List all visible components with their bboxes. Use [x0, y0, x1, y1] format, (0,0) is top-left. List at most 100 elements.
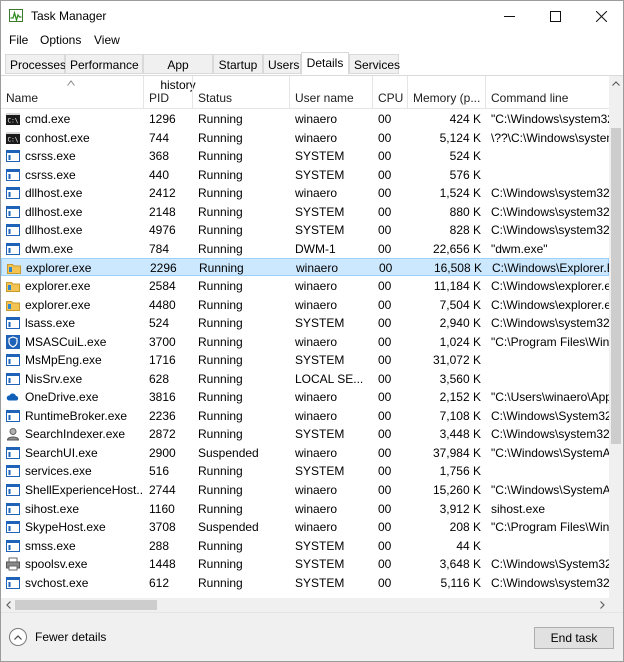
- table-row[interactable]: csrss.exe 368 Running SYSTEM 00 524 K: [1, 147, 609, 165]
- table-row[interactable]: C:\ cmd.exe 1296 Running winaero 00 424 K "C:\W…: [1, 110, 609, 128]
- scroll-left-arrow[interactable]: [1, 598, 15, 612]
- menu-options[interactable]: Options: [40, 33, 81, 47]
- close-button[interactable]: [578, 1, 623, 31]
- cell-cmd: sihost.exe: [491, 501, 546, 516]
- table-row[interactable]: csrss.exe 440 Running SYSTEM 00 576 K: [1, 166, 609, 184]
- table-row[interactable]: explorer.exe 2584 Running winaero 00 11,184 K…: [1, 277, 609, 295]
- vertical-scrollbar[interactable]: [609, 76, 623, 598]
- horizontal-scroll-thumb[interactable]: [15, 600, 157, 610]
- maximize-button[interactable]: [532, 1, 578, 31]
- column-user-name[interactable]: User name: [290, 76, 373, 108]
- cell-cpu: 00: [378, 149, 392, 164]
- cell-cmd: C:\Windows\system32: [491, 575, 609, 590]
- column-status[interactable]: Status: [193, 76, 290, 108]
- table-row[interactable]: SkypeHost.exe 3708 Suspended winaero 00 208 K…: [1, 518, 609, 536]
- cell-pid: 440: [149, 167, 170, 182]
- cell-name: spoolsv.exe: [25, 557, 88, 572]
- cell-cmd: C:\Windows\system32: [491, 223, 609, 238]
- table-row[interactable]: dllhost.exe 2148 Running SYSTEM 00 880 K C:\Wi…: [1, 203, 609, 221]
- table-row[interactable]: MsMpEng.exe 1716 Running SYSTEM 00 31,072 K: [1, 351, 609, 369]
- menu-file[interactable]: File: [9, 33, 28, 47]
- cell-memory: 3,648 K: [439, 557, 481, 572]
- fewer-details-button[interactable]: Fewer details: [9, 628, 106, 646]
- cell-memory: 11,184 K: [433, 278, 481, 293]
- cell-user: winaero: [295, 520, 338, 535]
- cell-cmd: "C:\Windows\system32: [491, 112, 609, 126]
- vertical-scroll-thumb[interactable]: [611, 128, 621, 444]
- table-row[interactable]: sihost.exe 1160 Running winaero 00 3,912 K sih…: [1, 500, 609, 518]
- column-name[interactable]: Name: [1, 76, 144, 108]
- cell-user: winaero: [295, 390, 338, 405]
- table-row[interactable]: spoolsv.exe 1448 Running SYSTEM 00 3,648 K C:\…: [1, 555, 609, 573]
- cell-name: conhost.exe: [25, 130, 90, 145]
- cell-pid: 2584: [149, 278, 176, 293]
- menu-view[interactable]: View: [94, 33, 120, 47]
- cell-user: SYSTEM: [295, 167, 345, 182]
- column-command-line[interactable]: Command line: [486, 76, 609, 108]
- table-row[interactable]: explorer.exe 2296 Running winaero 00 16,508 K…: [1, 258, 610, 277]
- minimize-button[interactable]: [486, 1, 532, 31]
- tab-users[interactable]: Users: [263, 54, 301, 74]
- end-task-button[interactable]: End task: [534, 627, 614, 649]
- cell-cmd: C:\Windows\explorer.e: [491, 278, 609, 293]
- tab-app-history[interactable]: App history: [143, 54, 213, 92]
- table-row[interactable]: C:\ conhost.exe 744 Running winaero 00 5,124 K…: [1, 129, 609, 147]
- column-pid[interactable]: PID: [144, 76, 193, 108]
- cell-cpu: 00: [378, 445, 392, 460]
- details-list: Name PID Status User name CPU Memory (p.…: [1, 76, 623, 598]
- arrow-right-icon: [599, 601, 605, 609]
- column-memory[interactable]: Memory (p...: [408, 76, 486, 108]
- cell-name: SearchIndexer.exe: [25, 427, 126, 442]
- cell-cpu: 00: [378, 520, 392, 535]
- table-row[interactable]: RuntimeBroker.exe 2236 Running winaero 00 7,1…: [1, 407, 609, 425]
- cell-cpu: 00: [379, 261, 393, 276]
- tab-performance[interactable]: Performance: [65, 54, 143, 74]
- table-row[interactable]: dwm.exe 784 Running DWM-1 00 22,656 K "dwm.exe…: [1, 240, 609, 258]
- table-row[interactable]: explorer.exe 4480 Running winaero 00 7,504 K C…: [1, 296, 609, 314]
- cell-cmd: "C:\Program Files\Win: [491, 334, 609, 349]
- cell-memory: 880 K: [449, 204, 481, 219]
- cell-cpu: 00: [378, 501, 392, 516]
- table-row[interactable]: ShellExperienceHost.... 2744 Running winaer…: [1, 481, 609, 499]
- table-row[interactable]: dllhost.exe 2412 Running winaero 00 1,524 K C:…: [1, 184, 609, 202]
- horizontal-scrollbar[interactable]: [1, 598, 623, 612]
- cell-cmd: C:\Windows\System32: [491, 408, 609, 423]
- cell-pid: 3708: [149, 520, 176, 535]
- cell-user: winaero: [295, 483, 338, 497]
- table-row[interactable]: SearchIndexer.exe 2872 Running SYSTEM 00 3,44…: [1, 425, 609, 443]
- tab-services[interactable]: Services: [349, 54, 400, 74]
- cell-status: Running: [198, 112, 243, 126]
- cell-cpu: 00: [378, 483, 392, 497]
- cell-user: SYSTEM: [295, 149, 345, 164]
- cell-name: RuntimeBroker.exe: [25, 408, 128, 423]
- column-cpu[interactable]: CPU: [373, 76, 408, 108]
- cell-memory: 208 K: [449, 520, 481, 535]
- table-row[interactable]: SearchUI.exe 2900 Suspended winaero 00 37,984…: [1, 444, 609, 462]
- cell-status: Running: [198, 408, 243, 423]
- table-row[interactable]: NisSrv.exe 628 Running LOCAL SE... 00 3,560 K: [1, 370, 609, 388]
- cell-cmd: C:\Windows\System32: [491, 557, 609, 572]
- cell-status: Running: [198, 538, 243, 553]
- tab-details[interactable]: Details: [301, 52, 349, 75]
- table-row[interactable]: MSASCuiL.exe 3700 Running winaero 00 1,024 K "…: [1, 333, 609, 351]
- task-manager-window: Task Manager File Options View Processes…: [0, 0, 624, 662]
- cell-cmd: C:\Windows\system32: [491, 204, 609, 219]
- cell-status: Running: [198, 149, 243, 164]
- cell-pid: 3700: [149, 334, 176, 349]
- table-row[interactable]: dllhost.exe 4976 Running SYSTEM 00 828 K C:\Wi…: [1, 221, 609, 239]
- cell-status: Running: [198, 223, 243, 238]
- cell-cmd: [486, 351, 609, 369]
- table-row[interactable]: svchost.exe 612 Running SYSTEM 00 5,116 K C:\W…: [1, 574, 609, 592]
- table-row[interactable]: OneDrive.exe 3816 Running winaero 00 2,152 K "…: [1, 388, 609, 406]
- scroll-right-arrow[interactable]: [595, 598, 609, 612]
- tab-startup[interactable]: Startup: [213, 54, 263, 74]
- cell-name: smss.exe: [25, 538, 76, 553]
- tab-processes[interactable]: Processes: [5, 54, 66, 74]
- table-row[interactable]: lsass.exe 524 Running SYSTEM 00 2,940 K C:\Win…: [1, 314, 609, 332]
- scroll-up-arrow[interactable]: [609, 76, 623, 90]
- cell-cmd: [486, 147, 609, 165]
- table-row[interactable]: services.exe 516 Running SYSTEM 00 1,756 K: [1, 462, 609, 480]
- cell-cpu: 00: [378, 408, 392, 423]
- title-bar[interactable]: Task Manager: [1, 1, 623, 31]
- table-row[interactable]: smss.exe 288 Running SYSTEM 00 44 K: [1, 537, 609, 555]
